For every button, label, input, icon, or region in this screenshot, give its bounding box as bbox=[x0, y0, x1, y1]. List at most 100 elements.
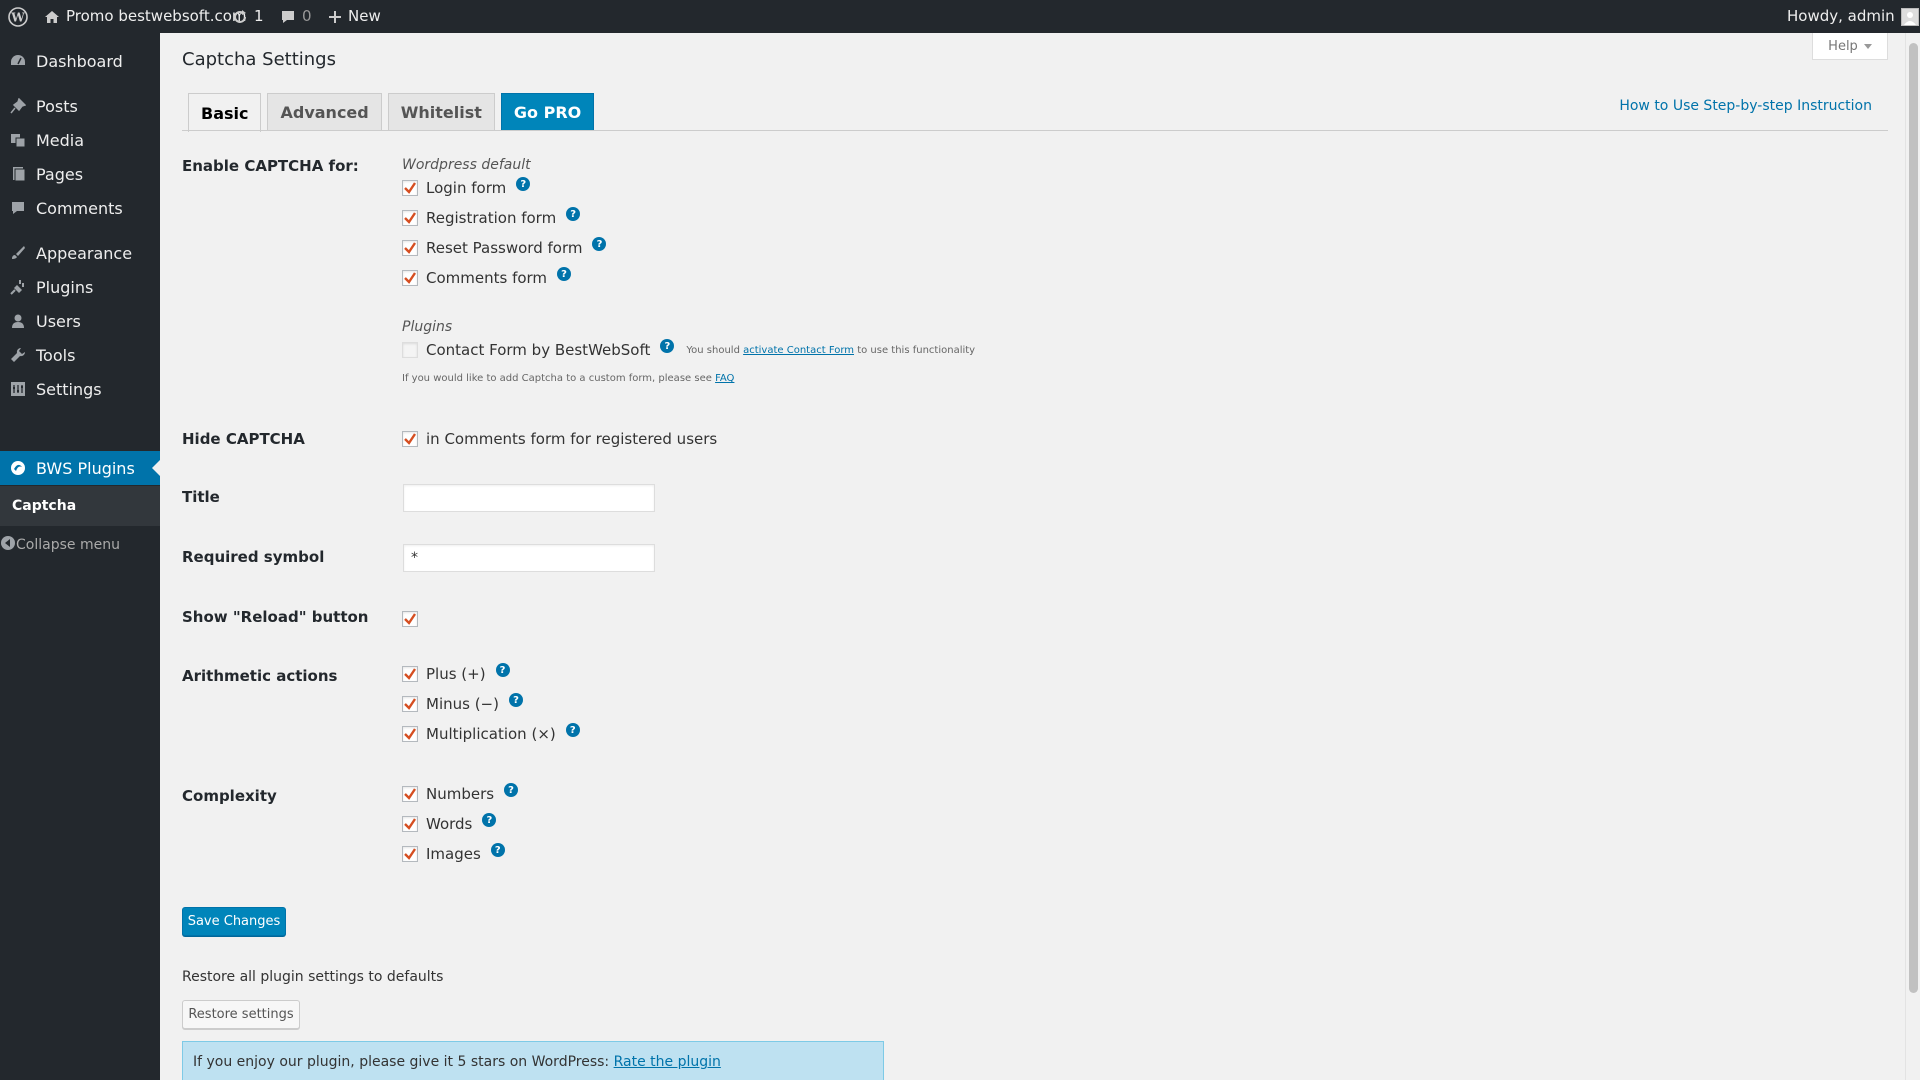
plus-checkbox[interactable] bbox=[402, 666, 418, 682]
howto-link[interactable]: How to Use Step-by-step Instruction bbox=[1619, 98, 1872, 114]
help-question-icon[interactable]: ? bbox=[566, 207, 581, 221]
help-question-icon[interactable]: ? bbox=[660, 339, 675, 353]
login-form-checkbox[interactable] bbox=[402, 180, 418, 196]
reload-checkbox[interactable] bbox=[402, 611, 418, 627]
words-checkbox[interactable] bbox=[402, 816, 418, 832]
avatar bbox=[1900, 7, 1919, 26]
sidebar-item-dashboard[interactable]: Dashboard bbox=[0, 44, 160, 78]
sidebar-item-bws-plugins[interactable]: BWS Plugins bbox=[0, 451, 160, 485]
updates-count: 1 bbox=[254, 7, 264, 25]
submenu-item-captcha[interactable]: Captcha bbox=[12, 486, 76, 526]
option-label: Comments form bbox=[426, 269, 548, 287]
comments-count: 0 bbox=[302, 7, 312, 25]
new-content-link[interactable]: New bbox=[328, 0, 381, 33]
option-label: Multiplication (×) bbox=[426, 725, 556, 743]
rate-plugin-notice: If you enjoy our plugin, please give it … bbox=[182, 1041, 884, 1080]
wrench-icon bbox=[0, 347, 36, 363]
activate-contact-form-link[interactable]: activate Contact Form bbox=[743, 345, 854, 356]
help-question-icon[interactable]: ? bbox=[508, 693, 523, 707]
wordpress-logo-icon[interactable]: W bbox=[8, 0, 28, 33]
admin-sidebar: Dashboard Posts Media Pages Comments App… bbox=[0, 33, 160, 1080]
tab-go-pro[interactable]: Go PRO bbox=[500, 93, 595, 131]
page-title: Captcha Settings bbox=[182, 49, 336, 70]
option-reset-password-form: Reset Password form ? bbox=[402, 237, 607, 259]
help-question-icon[interactable]: ? bbox=[516, 177, 531, 191]
title-input[interactable] bbox=[403, 484, 655, 512]
arithmetic-actions-label: Arithmetic actions bbox=[182, 667, 338, 685]
scrollbar-thumb[interactable] bbox=[1909, 43, 1918, 993]
option-plus: Plus (+) ? bbox=[402, 663, 510, 685]
contact-form-checkbox bbox=[402, 342, 418, 358]
contact-form-note: You should activate Contact Form to use … bbox=[686, 345, 975, 356]
sidebar-item-settings[interactable]: Settings bbox=[0, 372, 160, 406]
help-question-icon[interactable]: ? bbox=[592, 237, 607, 251]
wp-default-group-title: Wordpress default bbox=[402, 157, 531, 173]
comments-link[interactable]: 0 bbox=[280, 0, 312, 33]
sidebar-item-users[interactable]: Users bbox=[0, 304, 160, 338]
numbers-checkbox[interactable] bbox=[402, 786, 418, 802]
restore-settings-button[interactable]: Restore settings bbox=[182, 1000, 300, 1029]
help-question-icon[interactable]: ? bbox=[504, 783, 519, 797]
hide-captcha-label: Hide CAPTCHA bbox=[182, 430, 305, 448]
sidebar-item-plugins[interactable]: Plugins bbox=[0, 270, 160, 304]
registration-form-checkbox[interactable] bbox=[402, 210, 418, 226]
main-content: Help Captcha Settings Basic Advanced Whi… bbox=[160, 33, 1900, 1080]
option-reload bbox=[402, 608, 426, 630]
sidebar-item-label: Media bbox=[36, 130, 85, 150]
option-images: Images ? bbox=[402, 843, 505, 865]
reset-password-form-checkbox[interactable] bbox=[402, 240, 418, 256]
tab-whitelist[interactable]: Whitelist bbox=[387, 93, 495, 131]
updates-link[interactable]: 1 bbox=[232, 0, 264, 33]
option-label: Images bbox=[426, 845, 481, 863]
option-label: Registration form bbox=[426, 209, 557, 227]
option-label: Words bbox=[426, 815, 473, 833]
sidebar-item-comments[interactable]: Comments bbox=[0, 191, 160, 225]
plus-icon bbox=[328, 10, 342, 24]
tab-advanced[interactable]: Advanced bbox=[267, 93, 382, 131]
sidebar-item-label: Settings bbox=[36, 379, 102, 399]
new-label: New bbox=[348, 7, 381, 25]
faq-link[interactable]: FAQ bbox=[715, 373, 734, 384]
save-changes-button[interactable]: Save Changes bbox=[182, 907, 286, 936]
sidebar-item-label: Dashboard bbox=[36, 51, 123, 71]
sidebar-item-media[interactable]: Media bbox=[0, 123, 160, 157]
multiplication-checkbox[interactable] bbox=[402, 726, 418, 742]
sidebar-item-posts[interactable]: Posts bbox=[0, 89, 160, 123]
sidebar-item-label: Users bbox=[36, 311, 81, 331]
comment-icon bbox=[0, 200, 36, 216]
page-scrollbar[interactable] bbox=[1905, 33, 1920, 1080]
collapse-menu-button[interactable]: Collapse menu bbox=[0, 528, 160, 562]
sidebar-item-appearance[interactable]: Appearance bbox=[0, 236, 160, 270]
help-question-icon[interactable]: ? bbox=[495, 663, 510, 677]
help-question-icon[interactable]: ? bbox=[482, 813, 497, 827]
option-registration-form: Registration form ? bbox=[402, 207, 581, 229]
option-label: Login form bbox=[426, 179, 507, 197]
help-question-icon[interactable]: ? bbox=[557, 267, 572, 281]
help-question-icon[interactable]: ? bbox=[565, 723, 580, 737]
sidebar-item-label: Appearance bbox=[36, 243, 133, 263]
help-button[interactable]: Help bbox=[1812, 33, 1888, 60]
help-question-icon[interactable]: ? bbox=[490, 843, 505, 857]
hide-registered-checkbox[interactable] bbox=[402, 431, 418, 447]
tabs-divider bbox=[182, 130, 1888, 131]
admin-bar: W Promo bestwebsoft.com 1 0 New Howdy, a… bbox=[0, 0, 1920, 33]
howdy-label: Howdy, admin bbox=[1787, 7, 1895, 25]
bws-icon bbox=[0, 460, 36, 476]
minus-checkbox[interactable] bbox=[402, 696, 418, 712]
option-multiplication: Multiplication (×) ? bbox=[402, 723, 580, 745]
rate-plugin-link[interactable]: Rate the plugin bbox=[614, 1054, 721, 1070]
site-name-link[interactable]: Promo bestwebsoft.com bbox=[44, 0, 247, 33]
sidebar-item-tools[interactable]: Tools bbox=[0, 338, 160, 372]
reload-button-label: Show "Reload" button bbox=[182, 608, 369, 626]
faq-note: If you would like to add Captcha to a cu… bbox=[402, 373, 734, 384]
sidebar-item-pages[interactable]: Pages bbox=[0, 157, 160, 191]
tab-basic[interactable]: Basic bbox=[188, 93, 262, 132]
images-checkbox[interactable] bbox=[402, 846, 418, 862]
title-label: Title bbox=[182, 488, 220, 506]
sidebar-item-label: Pages bbox=[36, 164, 84, 184]
account-menu[interactable]: Howdy, admin bbox=[1787, 0, 1919, 33]
option-label: in Comments form for registered users bbox=[426, 430, 718, 448]
updates-icon bbox=[232, 9, 248, 25]
required-symbol-input[interactable] bbox=[403, 544, 655, 572]
comments-form-checkbox[interactable] bbox=[402, 270, 418, 286]
